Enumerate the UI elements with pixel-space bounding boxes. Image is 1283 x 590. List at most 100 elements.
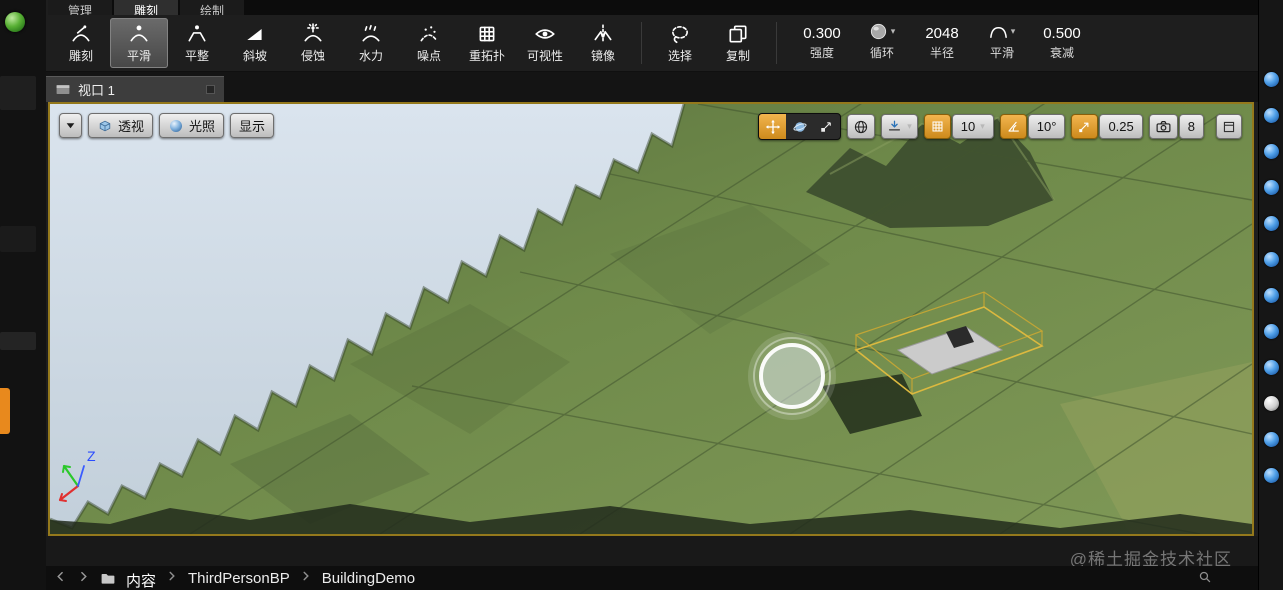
dropdown-caret-icon: ▾ — [890, 26, 896, 36]
viewport-toolbar-left: 透视 光照 显示 — [59, 113, 275, 138]
mode-tab-manage[interactable]: 管理 — [48, 0, 113, 15]
terrain-scene[interactable]: Z — [50, 104, 1252, 534]
viewport-3d[interactable]: Z 透视 光照 显示 ▾ 10 ▾ 10° 0.25 8 — [48, 102, 1254, 536]
tool-button-copy[interactable]: 复制 — [709, 18, 767, 68]
chevron-right-icon — [300, 570, 312, 582]
panel-tab-icon[interactable] — [1263, 180, 1279, 195]
maximize-viewport-button[interactable] — [1216, 114, 1242, 139]
setting-radius[interactable]: 2048 半径 — [920, 25, 964, 61]
viewport-tab-row: 视口 1 — [46, 72, 1258, 102]
rotation-snap-toggle-button[interactable] — [999, 114, 1027, 139]
panel-tab-icon[interactable] — [1263, 288, 1279, 303]
panel-tab-icon[interactable] — [1263, 72, 1279, 87]
breadcrumb-item[interactable]: ThirdPersonBP — [188, 570, 290, 587]
show-button[interactable]: 显示 — [230, 113, 275, 138]
panel-tab-icon[interactable] — [1263, 432, 1279, 447]
rotate-tool-button[interactable] — [786, 114, 813, 139]
mode-tab-label: 绘制 — [200, 4, 225, 15]
tool-buttons: 雕刻 平滑 平整 斜坡 侵蚀 水力 噪点 重拓扑 可视性 镜像 选择 复制 — [52, 15, 786, 71]
search-icon[interactable] — [1198, 570, 1212, 584]
setting-strength[interactable]: 0.300 强度 — [800, 25, 844, 61]
setting-falloff[interactable]: ▾ 平滑 — [980, 22, 1024, 61]
tool-button-flatten[interactable]: 平整 — [168, 18, 226, 68]
left-dock-block — [0, 332, 36, 350]
world-space-toggle-button[interactable] — [847, 114, 876, 139]
tool-button-retopo[interactable]: 重拓扑 — [458, 18, 516, 68]
tool-button-hydro[interactable]: 水力 — [342, 18, 400, 68]
viewport-tab[interactable]: 视口 1 — [46, 76, 224, 102]
loop-sphere-icon — [869, 22, 888, 41]
flatten-icon — [186, 23, 208, 45]
tool-button-select[interactable]: 选择 — [651, 18, 709, 68]
copy-icon — [727, 23, 749, 45]
move-icon — [765, 119, 781, 135]
camera-speed-button[interactable] — [1148, 114, 1178, 139]
sculpt-brush-cursor — [748, 332, 836, 420]
tool-button-sculpt[interactable]: 雕刻 — [52, 18, 110, 68]
scale-icon — [819, 119, 834, 134]
chevron-down-icon — [65, 120, 76, 131]
tool-button-mirror[interactable]: 镜像 — [574, 18, 632, 68]
tool-label: 雕刻 — [68, 48, 93, 63]
tab-close-icon[interactable] — [206, 85, 215, 94]
status-orb-icon[interactable] — [5, 12, 25, 32]
show-button-label: 显示 — [239, 119, 266, 134]
sculpt-toolbar: 雕刻 平滑 平整 斜坡 侵蚀 水力 噪点 重拓扑 可视性 镜像 选择 复制 0.300 强度 ▾ 循环 204… — [46, 15, 1258, 72]
sculpt-icon — [70, 23, 92, 45]
mode-tab-paint[interactable]: 绘制 — [180, 0, 245, 15]
back-icon[interactable] — [54, 570, 67, 583]
panel-tab-icon[interactable] — [1263, 108, 1279, 123]
mirror-icon — [592, 23, 614, 45]
scale-snap-icon — [1077, 119, 1092, 134]
setting-value[interactable]: 0.500 — [1043, 25, 1081, 42]
panel-tab-icon[interactable] — [1263, 396, 1279, 411]
tool-label: 平滑 — [126, 48, 151, 63]
tool-label: 可视性 — [526, 48, 563, 63]
left-dock-block — [0, 226, 36, 252]
camera-speed-value-button[interactable]: 8 — [1178, 114, 1204, 139]
globe-icon — [853, 119, 869, 135]
panel-tab-icon[interactable] — [1263, 252, 1279, 267]
panel-tab-icon[interactable] — [1263, 360, 1279, 375]
tool-label: 侵蚀 — [300, 48, 325, 63]
setting-value[interactable]: 0.300 — [803, 25, 841, 42]
forward-icon[interactable] — [77, 570, 90, 583]
surface-snap-button[interactable]: ▾ — [881, 114, 918, 139]
rotation-snap-value-button[interactable]: 10° — [1027, 114, 1066, 139]
grid-snap-toggle-button[interactable] — [923, 114, 951, 139]
panel-tab-icon[interactable] — [1263, 144, 1279, 159]
tool-label: 重拓扑 — [468, 48, 505, 63]
perspective-button[interactable]: 透视 — [88, 113, 154, 138]
brush-settings: 0.300 强度 ▾ 循环 2048 半径 ▾ 平滑 0.500 衰减 — [800, 22, 1084, 65]
left-dock-active-tab[interactable] — [0, 388, 10, 434]
tool-button-visibility[interactable]: 可视性 — [516, 18, 574, 68]
toolbar-separator — [641, 22, 642, 64]
panel-tab-icon[interactable] — [1263, 468, 1279, 483]
noise-icon — [418, 23, 440, 45]
left-dock-strip — [0, 0, 46, 590]
panel-tab-icon[interactable] — [1263, 216, 1279, 231]
mode-tab-sculpt[interactable]: 雕刻 — [114, 0, 179, 15]
viewport-icon — [55, 82, 71, 98]
tool-label: 镜像 — [590, 48, 615, 63]
setting-dropdown: ▾ — [989, 22, 1015, 42]
breadcrumb-item[interactable]: BuildingDemo — [322, 570, 415, 587]
tool-button-noise[interactable]: 噪点 — [400, 18, 458, 68]
setting-decay[interactable]: 0.500 衰减 — [1040, 25, 1084, 61]
tool-button-erosion[interactable]: 侵蚀 — [284, 18, 342, 68]
viewport-options-button[interactable] — [59, 113, 82, 138]
move-tool-button[interactable] — [759, 114, 787, 139]
grid-snap-value-button[interactable]: 10 ▾ — [951, 114, 994, 139]
setting-loop[interactable]: ▾ 循环 — [860, 22, 904, 61]
breadcrumb-root[interactable]: 内容 — [126, 570, 156, 590]
lit-button[interactable]: 光照 — [159, 113, 225, 138]
setting-value[interactable]: 2048 — [925, 25, 958, 42]
scale-snap-toggle-button[interactable] — [1071, 114, 1099, 139]
scale-snap-value-button[interactable]: 0.25 — [1099, 114, 1143, 139]
scale-tool-button[interactable] — [813, 114, 840, 139]
toolbar-separator — [776, 22, 777, 64]
panel-tab-icon[interactable] — [1263, 324, 1279, 339]
falloff-smooth-icon — [989, 22, 1008, 41]
tool-button-smooth[interactable]: 平滑 — [110, 18, 168, 68]
tool-button-ramp[interactable]: 斜坡 — [226, 18, 284, 68]
